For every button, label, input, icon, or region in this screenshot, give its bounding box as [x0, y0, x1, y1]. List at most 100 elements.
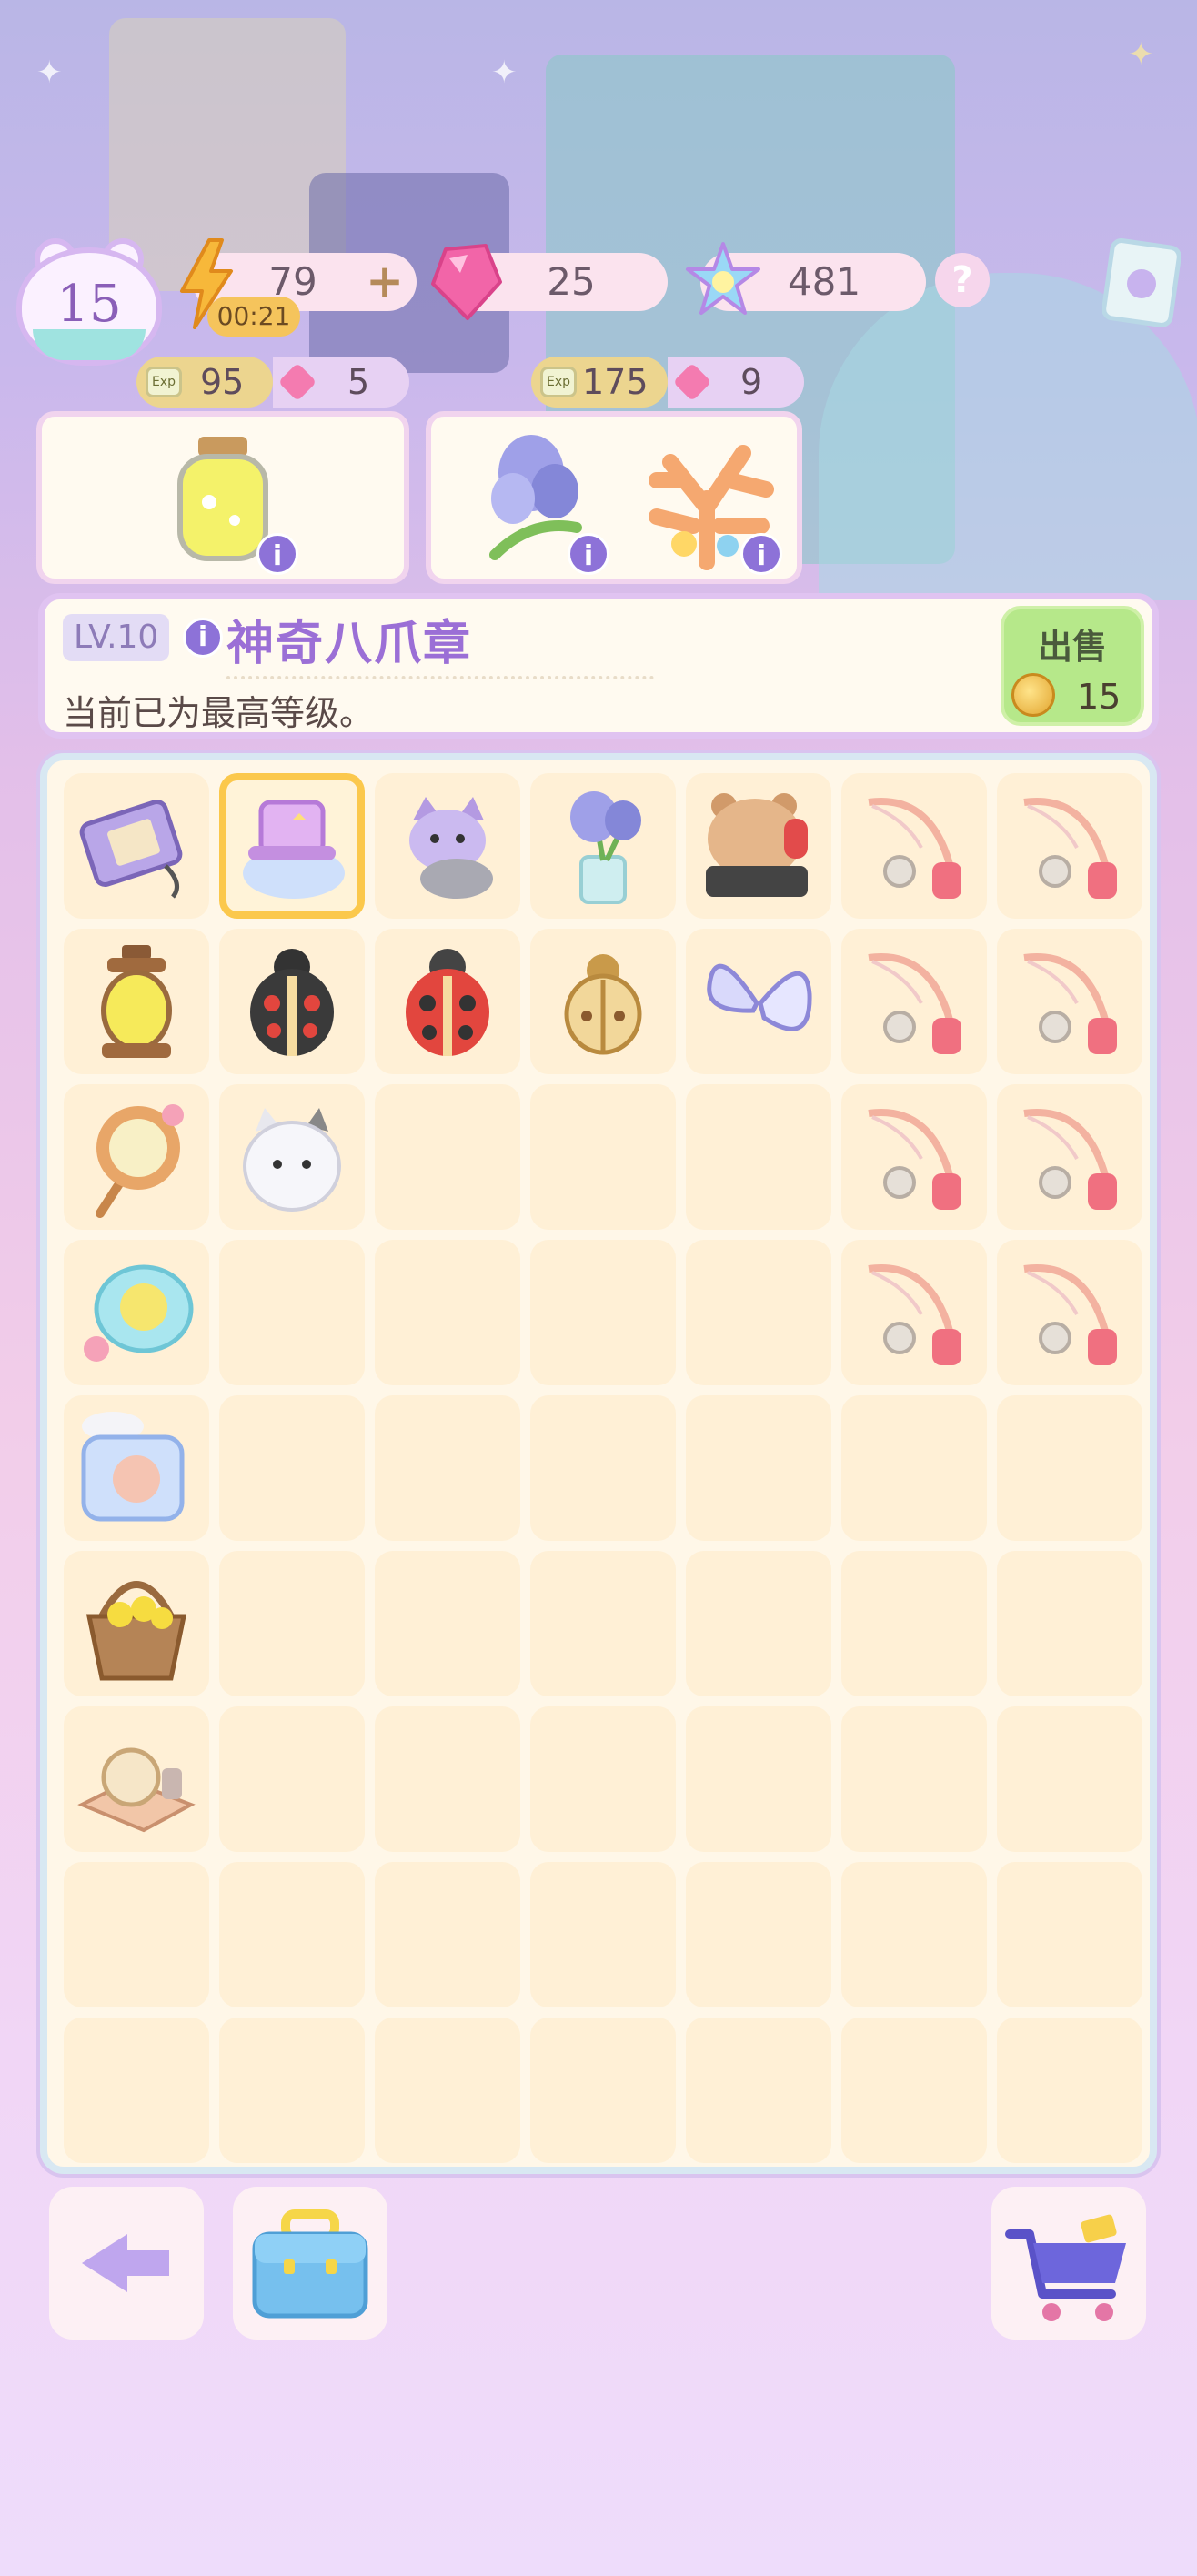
photo-album-icon — [75, 784, 198, 908]
board-cell[interactable] — [64, 1240, 209, 1385]
board-cell[interactable] — [375, 2018, 520, 2163]
fishing-rod-icon — [852, 940, 976, 1063]
coffee-machine-icon — [75, 1406, 198, 1530]
board-cell[interactable] — [219, 773, 365, 919]
board-cell[interactable] — [841, 2018, 987, 2163]
item-detail-panel: LV.10 i 神奇八爪章 当前已为最高等级。 — [38, 593, 1159, 739]
merge-grid — [64, 773, 1142, 2163]
board-cell[interactable] — [997, 1551, 1142, 1696]
energy-timer: 00:21 — [207, 297, 300, 337]
board-cell[interactable] — [686, 1240, 831, 1385]
board-cell[interactable] — [530, 929, 676, 1074]
board-cell[interactable] — [375, 929, 520, 1074]
merge-board — [40, 753, 1157, 2174]
board-cell[interactable] — [64, 1395, 209, 1541]
board-cell[interactable] — [997, 1240, 1142, 1385]
order-card-2[interactable]: i i — [426, 411, 802, 584]
fishing-rod-icon — [852, 1251, 976, 1374]
add-energy-button[interactable]: + — [366, 253, 404, 309]
fishing-rod-icon — [1008, 784, 1132, 908]
board-cell[interactable] — [686, 773, 831, 919]
board-cell[interactable] — [997, 929, 1142, 1074]
board-cell[interactable] — [997, 2018, 1142, 2163]
board-cell[interactable] — [841, 929, 987, 1074]
reward-gem: 5 — [347, 362, 370, 402]
board-cell[interactable] — [219, 1551, 365, 1696]
exp-icon: Exp — [146, 367, 182, 397]
board-cell[interactable] — [375, 1240, 520, 1385]
board-cell[interactable] — [219, 1862, 365, 2007]
journal-book-icon[interactable] — [1102, 238, 1181, 327]
board-cell[interactable] — [841, 1706, 987, 1852]
board-cell[interactable] — [64, 929, 209, 1074]
board-cell[interactable] — [530, 1862, 676, 2007]
exp-icon: Exp — [540, 367, 577, 397]
rainbow-star-icon — [686, 242, 760, 315]
storage-box-button[interactable] — [233, 2187, 387, 2340]
board-cell[interactable] — [530, 1551, 676, 1696]
shop-cart-button[interactable] — [991, 2187, 1146, 2340]
board-cell[interactable] — [219, 2018, 365, 2163]
board-cell[interactable] — [997, 1084, 1142, 1230]
board-cell[interactable] — [841, 1862, 987, 2007]
board-cell[interactable] — [686, 2018, 831, 2163]
board-cell[interactable] — [64, 1084, 209, 1230]
board-cell[interactable] — [686, 1551, 831, 1696]
board-cell[interactable] — [997, 1395, 1142, 1541]
board-cell[interactable] — [686, 1706, 831, 1852]
board-cell[interactable] — [686, 1862, 831, 2007]
board-cell[interactable] — [841, 773, 987, 919]
board-cell[interactable] — [530, 1395, 676, 1541]
board-cell[interactable] — [530, 2018, 676, 2163]
board-cell[interactable] — [530, 1240, 676, 1385]
shopping-cart-icon — [1005, 2214, 1126, 2321]
fishing-rod-icon — [1008, 1251, 1132, 1374]
info-icon[interactable]: i — [740, 533, 782, 575]
board-cell[interactable] — [219, 1240, 365, 1385]
player-level-badge[interactable]: 15 — [16, 238, 162, 371]
board-cell[interactable] — [530, 773, 676, 919]
board-cell[interactable] — [841, 1084, 987, 1230]
item-name: 神奇八爪章 — [226, 617, 473, 671]
board-cell[interactable] — [375, 1084, 520, 1230]
fishing-rod-icon — [852, 1095, 976, 1219]
back-button[interactable] — [49, 2187, 204, 2340]
board-cell[interactable] — [686, 929, 831, 1074]
board-cell[interactable] — [219, 929, 365, 1074]
board-cell[interactable] — [219, 1084, 365, 1230]
board-cell[interactable] — [997, 1706, 1142, 1852]
board-cell[interactable] — [219, 1395, 365, 1541]
board-cell[interactable] — [530, 1084, 676, 1230]
board-cell[interactable] — [997, 773, 1142, 919]
info-icon[interactable]: i — [183, 618, 223, 658]
board-cell[interactable] — [64, 1862, 209, 2007]
board-cell[interactable] — [219, 1706, 365, 1852]
board-cell[interactable] — [841, 1551, 987, 1696]
info-icon[interactable]: i — [256, 533, 298, 575]
info-icon[interactable]: i — [568, 533, 609, 575]
board-cell[interactable] — [530, 1706, 676, 1852]
board-cell[interactable] — [375, 773, 520, 919]
order-card-1[interactable]: i — [36, 411, 409, 584]
board-cell[interactable] — [686, 1395, 831, 1541]
sell-button[interactable]: 出售 15 — [1001, 606, 1144, 726]
help-button[interactable]: ? — [935, 253, 990, 307]
red-ladybug-icon — [386, 940, 509, 1063]
item-level-tag: LV.10 — [63, 614, 170, 661]
board-cell[interactable] — [841, 1240, 987, 1385]
hand-mirror-icon — [75, 1095, 198, 1219]
iris-vase-icon — [541, 784, 665, 908]
board-cell[interactable] — [64, 2018, 209, 2163]
board-cell[interactable] — [375, 1395, 520, 1541]
board-cell[interactable] — [375, 1862, 520, 2007]
board-cell[interactable] — [64, 1706, 209, 1852]
board-cell[interactable] — [686, 1084, 831, 1230]
board-cell[interactable] — [375, 1706, 520, 1852]
board-cell[interactable] — [841, 1395, 987, 1541]
fishing-rod-icon — [852, 784, 976, 908]
board-cell[interactable] — [997, 1862, 1142, 2007]
board-cell[interactable] — [375, 1551, 520, 1696]
board-cell[interactable] — [64, 773, 209, 919]
board-cell[interactable] — [64, 1551, 209, 1696]
pink-gem-icon — [431, 244, 502, 320]
